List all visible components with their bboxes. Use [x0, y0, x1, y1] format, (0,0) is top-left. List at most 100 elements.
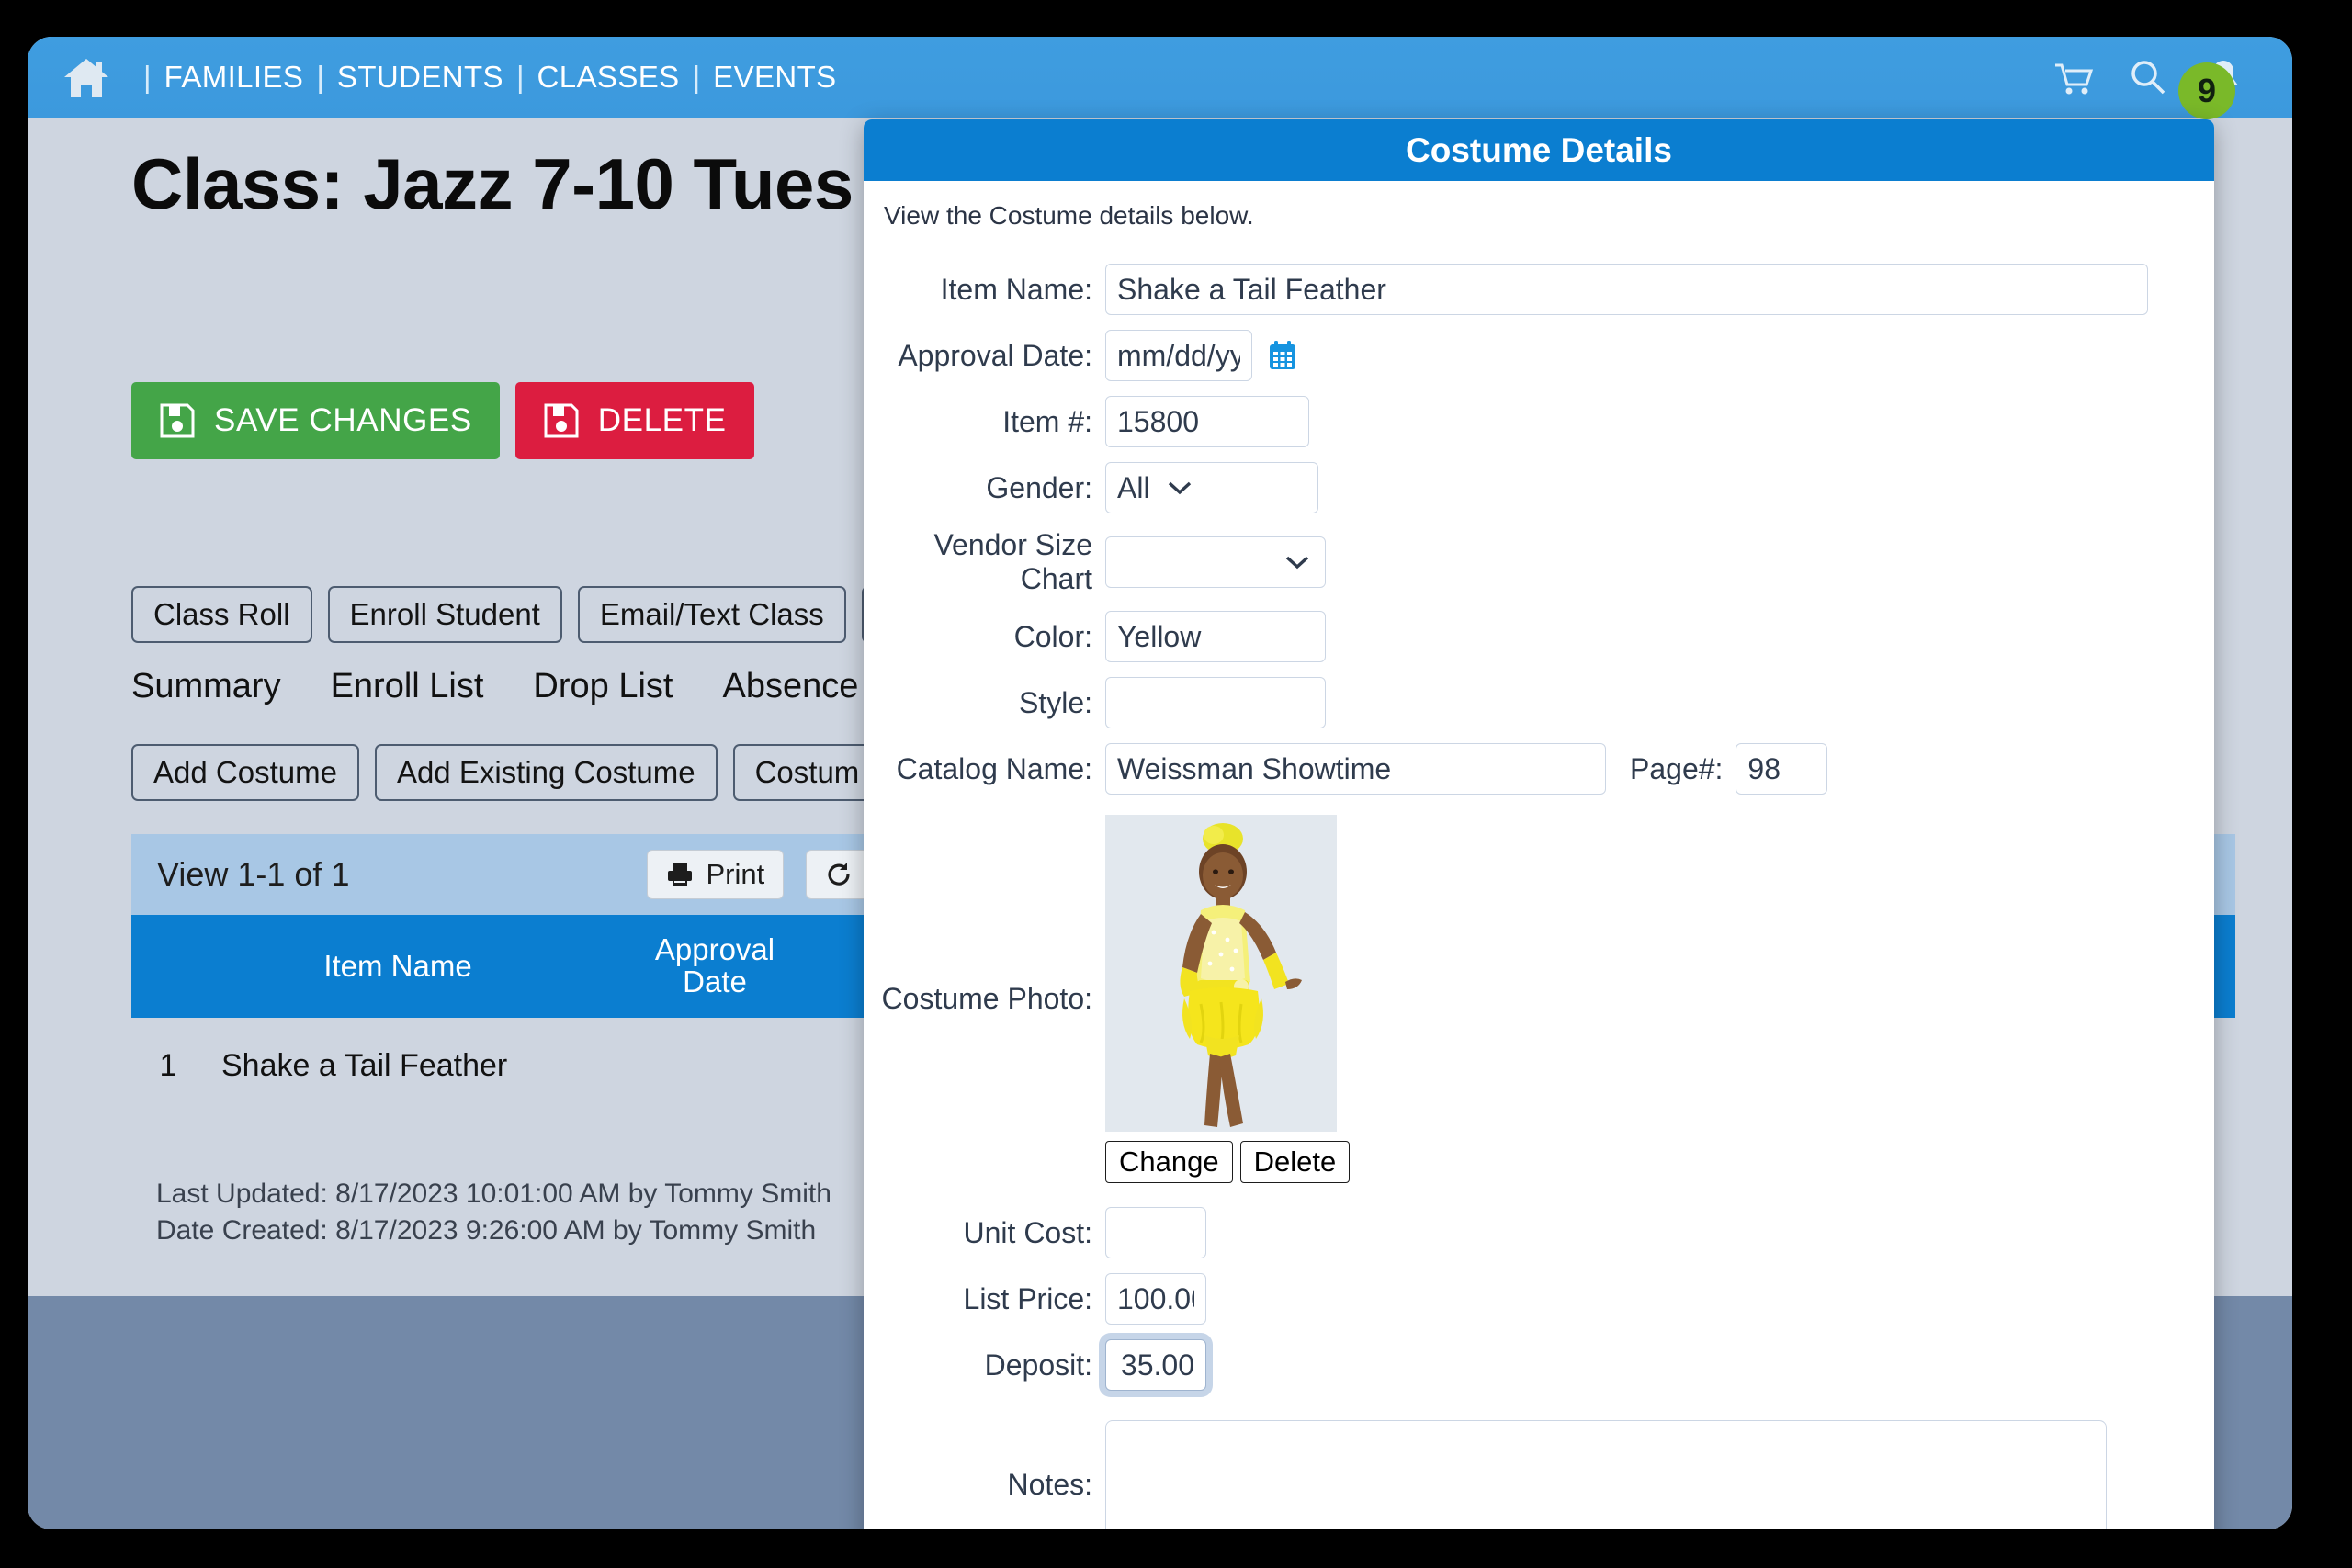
save-disk-icon [159, 402, 196, 439]
nav-separator-0: | [143, 60, 152, 94]
refresh-icon [825, 861, 853, 888]
color-input[interactable] [1105, 611, 1326, 662]
modal-title-bar: Costume Details [864, 119, 2214, 181]
chip-email-text-class[interactable]: Email/Text Class [577, 586, 846, 643]
deposit-label: Deposit: [984, 1348, 1092, 1382]
grid-header-approval: Approval [654, 932, 775, 967]
browser-window: | FAMILIES | STUDENTS | CLASSES | EVENTS… [28, 37, 2292, 1529]
nav-item-families[interactable]: FAMILIES [164, 60, 304, 95]
nav-item-students[interactable]: STUDENTS [337, 60, 503, 95]
change-photo-button[interactable]: Change [1105, 1141, 1233, 1183]
page-number-label: Page#: [1630, 751, 1724, 785]
field-row-vendor-size-chart: Vendor Size Chart [864, 528, 2214, 596]
secondary-chip-row: Add Costume Add Existing Costume Costum [131, 744, 882, 801]
field-row-catalog-name: Catalog Name: Page#: [864, 743, 2214, 795]
page-number-input[interactable] [1736, 743, 1828, 795]
chip-add-costume[interactable]: Add Costume [131, 744, 359, 801]
home-icon[interactable] [62, 55, 110, 99]
item-name-input[interactable] [1105, 264, 2148, 315]
field-row-item-name: Item Name: [864, 264, 2214, 315]
unit-cost-label: Unit Cost: [963, 1215, 1092, 1249]
delete-button[interactable]: DELETE [514, 382, 754, 459]
nav-item-classes[interactable]: CLASSES [537, 60, 680, 95]
nav-separator-1: | [316, 60, 324, 94]
approval-date-label: Approval Date: [898, 338, 1092, 372]
vendor-size-chart-label: Vendor Size Chart [933, 528, 1092, 595]
cart-icon[interactable] [2052, 56, 2094, 98]
grid-header-approval-date[interactable]: Approval Date [591, 934, 839, 998]
search-icon[interactable] [2127, 56, 2169, 98]
list-price-input[interactable] [1105, 1273, 1206, 1325]
costume-photo-column: Change Delete [1105, 815, 1351, 1183]
calendar-icon[interactable] [1267, 340, 1298, 371]
photo-action-buttons: Change Delete [1105, 1141, 1351, 1183]
save-disk-icon [543, 402, 580, 439]
delete-label: DELETE [597, 402, 727, 438]
primary-chip-row: Class Roll Enroll Student Email/Text Cla… [131, 586, 926, 643]
field-row-gender: Gender: All [864, 462, 2214, 513]
chip-costume-truncated[interactable]: Costum [732, 744, 882, 801]
modal-title: Costume Details [1406, 130, 1672, 169]
field-row-costume-photo: Costume Photo: Change Delete [864, 815, 2214, 1183]
chip-class-roll[interactable]: Class Roll [131, 586, 312, 643]
save-changes-button[interactable]: SAVE CHANGES [131, 382, 500, 459]
field-row-list-price: List Price: [864, 1273, 2214, 1325]
record-metadata: Last Updated: 8/17/2023 10:01:00 AM by T… [156, 1179, 831, 1257]
tab-drop-list[interactable]: Drop List [533, 667, 673, 706]
page-action-buttons: SAVE CHANGES DELETE [131, 382, 754, 459]
field-row-notes: Notes: [864, 1420, 2214, 1529]
costume-photo-image [1105, 815, 1337, 1132]
deposit-input[interactable] [1105, 1339, 1206, 1391]
printer-icon [666, 861, 694, 888]
item-number-input[interactable] [1105, 396, 1309, 447]
modal-subtitle: View the Costume details below. [884, 201, 1254, 230]
save-changes-label: SAVE CHANGES [214, 402, 472, 438]
modal-body: View the Costume details below. Item Nam… [864, 181, 2214, 1529]
gender-select-wrapper: All [1105, 462, 1318, 513]
vendor-size-chart-select-wrapper [1105, 536, 1326, 588]
notes-label: Notes: [1007, 1467, 1092, 1501]
item-name-label: Item Name: [940, 272, 1092, 306]
screenshot-viewport: | FAMILIES | STUDENTS | CLASSES | EVENTS… [0, 0, 2352, 1568]
top-navigation-bar: | FAMILIES | STUDENTS | CLASSES | EVENTS… [28, 37, 2292, 119]
notes-textarea[interactable] [1105, 1420, 2107, 1529]
notification-badge[interactable]: 9 [2178, 62, 2235, 119]
tab-enroll-list[interactable]: Enroll List [331, 667, 484, 706]
grid-record-count: View 1-1 of 1 [157, 855, 350, 893]
nav-right-icon-group [2052, 37, 2292, 118]
nav-separator-3: | [692, 60, 701, 94]
unit-cost-input[interactable] [1105, 1207, 1206, 1258]
catalog-name-label: Catalog Name: [896, 751, 1092, 785]
field-row-approval-date: Approval Date: [864, 330, 2214, 381]
gender-select[interactable]: All [1105, 462, 1318, 513]
nav-item-events[interactable]: EVENTS [713, 60, 836, 95]
tab-summary[interactable]: Summary [131, 667, 281, 706]
tab-absence[interactable]: Absence [722, 667, 858, 706]
field-row-deposit: Deposit: [864, 1339, 2214, 1391]
row-number: 1 [159, 1047, 177, 1083]
costume-details-modal: Costume Details View the Costume details… [864, 119, 2214, 1529]
grid-header-date: Date [683, 964, 747, 998]
tab-strip: Summary Enroll List Drop List Absence [131, 667, 858, 706]
row-item-name: Shake a Tail Feather [221, 1047, 508, 1083]
vendor-size-chart-select[interactable] [1105, 536, 1326, 588]
catalog-name-input[interactable] [1105, 743, 1606, 795]
field-row-style: Style: [864, 677, 2214, 728]
delete-photo-button[interactable]: Delete [1239, 1141, 1351, 1183]
nav-separator-2: | [515, 60, 525, 94]
chip-add-existing-costume[interactable]: Add Existing Costume [374, 744, 718, 801]
style-input[interactable] [1105, 677, 1326, 728]
costume-photo-label: Costume Photo: [881, 982, 1092, 1015]
item-number-label: Item #: [1002, 404, 1092, 438]
chip-enroll-student[interactable]: Enroll Student [327, 586, 562, 643]
field-row-item-number: Item #: [864, 396, 2214, 447]
style-label: Style: [1018, 685, 1092, 719]
print-label: Print [706, 858, 765, 890]
print-button[interactable]: Print [647, 850, 785, 899]
field-row-unit-cost: Unit Cost: [864, 1207, 2214, 1258]
list-price-label: List Price: [963, 1281, 1092, 1315]
grid-header-item-name[interactable]: Item Name [205, 949, 591, 984]
field-row-color: Color: [864, 611, 2214, 662]
gender-label: Gender: [986, 470, 1092, 504]
approval-date-input[interactable] [1105, 330, 1252, 381]
